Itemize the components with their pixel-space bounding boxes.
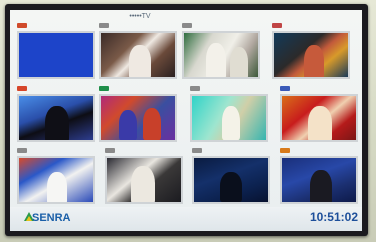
multiview-screen: •••••TV SENRA 10:51:02 [10, 10, 362, 231]
channel-tile[interactable] [190, 94, 268, 142]
channel-tile[interactable] [182, 31, 260, 79]
channel-tile[interactable] [17, 94, 95, 142]
presenter-figure [308, 106, 332, 140]
clock: 10:51:02 [309, 210, 358, 224]
channel-tile[interactable] [17, 156, 95, 204]
presenter-figure [304, 45, 324, 77]
channel-tile[interactable] [99, 94, 177, 142]
channel-badge-icon [272, 23, 282, 28]
channel-tile[interactable] [105, 156, 183, 204]
channel-tile[interactable] [280, 94, 358, 142]
channel-badge-icon [17, 86, 27, 91]
presenter-figure [47, 172, 67, 202]
channel-tile[interactable] [192, 156, 270, 204]
presenter-figure [310, 170, 332, 202]
channel-tile[interactable] [99, 31, 177, 79]
header-title: •••••TV [129, 13, 151, 20]
channel-logo-text: SENRA [32, 212, 71, 224]
channel-badge-icon [190, 86, 200, 91]
channel-badge-icon [17, 148, 27, 153]
channel-tile[interactable] [272, 31, 350, 79]
presenter-figure [220, 172, 242, 202]
channel-tile[interactable] [17, 31, 95, 79]
presenter-figure [206, 43, 226, 77]
presenter-figure [131, 166, 155, 202]
presenter-figure [143, 108, 161, 140]
presenter-figure [230, 47, 248, 77]
presenter-figure [129, 45, 151, 77]
presenter-figure [119, 110, 137, 140]
channel-badge-icon [105, 148, 115, 153]
channel-badge-icon [99, 86, 109, 91]
presenter-figure [222, 106, 240, 140]
channel-badge-icon [192, 148, 202, 153]
channel-badge-icon [99, 23, 109, 28]
channel-badge-icon [280, 148, 290, 153]
channel-badge-icon [182, 23, 192, 28]
channel-tile[interactable] [280, 156, 358, 204]
presenter-figure [45, 106, 69, 140]
channel-badge-icon [17, 23, 27, 28]
channel-badge-icon [280, 86, 290, 91]
